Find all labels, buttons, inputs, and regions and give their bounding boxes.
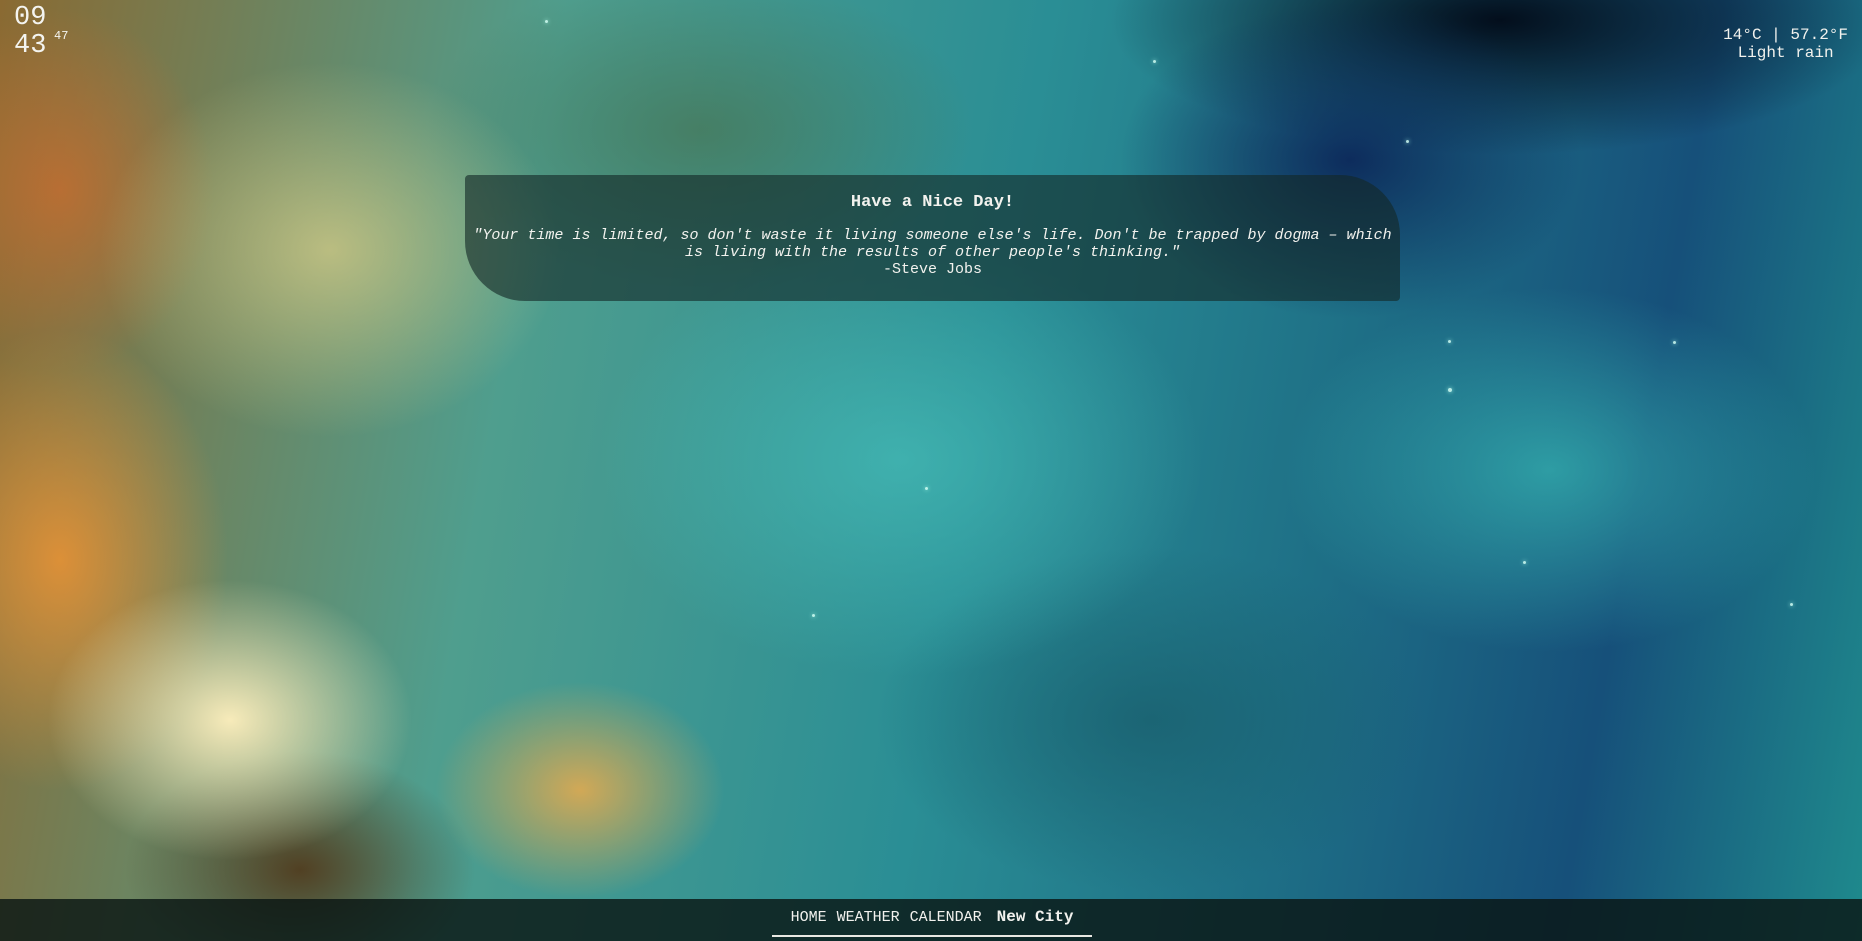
clock-seconds: 47 [54,29,69,43]
quote-text: "Your time is limited, so don't waste it… [473,227,1392,261]
weather-temperature: 14°C | 57.2°F [1723,26,1848,44]
clock-hours: 09 [14,3,47,33]
nav-weather-link[interactable]: WEATHER [837,909,900,926]
quote-card: Have a Nice Day! "Your time is limited, … [465,175,1400,301]
clock-minutes: 43 [14,31,47,61]
bottom-nav-bar: HOME WEATHER CALENDAR New City [0,899,1862,941]
greeting-title: Have a Nice Day! [850,193,1015,212]
weather-widget: 14°C | 57.2°F Light rain [1723,26,1848,62]
nav-calendar-link[interactable]: CALENDAR [910,909,982,926]
nav-menu: HOME WEATHER CALENDAR New City [772,899,1092,937]
weather-condition: Light rain [1737,44,1834,62]
nebula-background [0,0,1862,941]
quote-author: -Steve Jobs [882,261,983,278]
nav-home-link[interactable]: HOME [791,909,827,926]
clock: 09 43 47 [14,3,68,61]
nav-new-city-link[interactable]: New City [997,908,1074,926]
